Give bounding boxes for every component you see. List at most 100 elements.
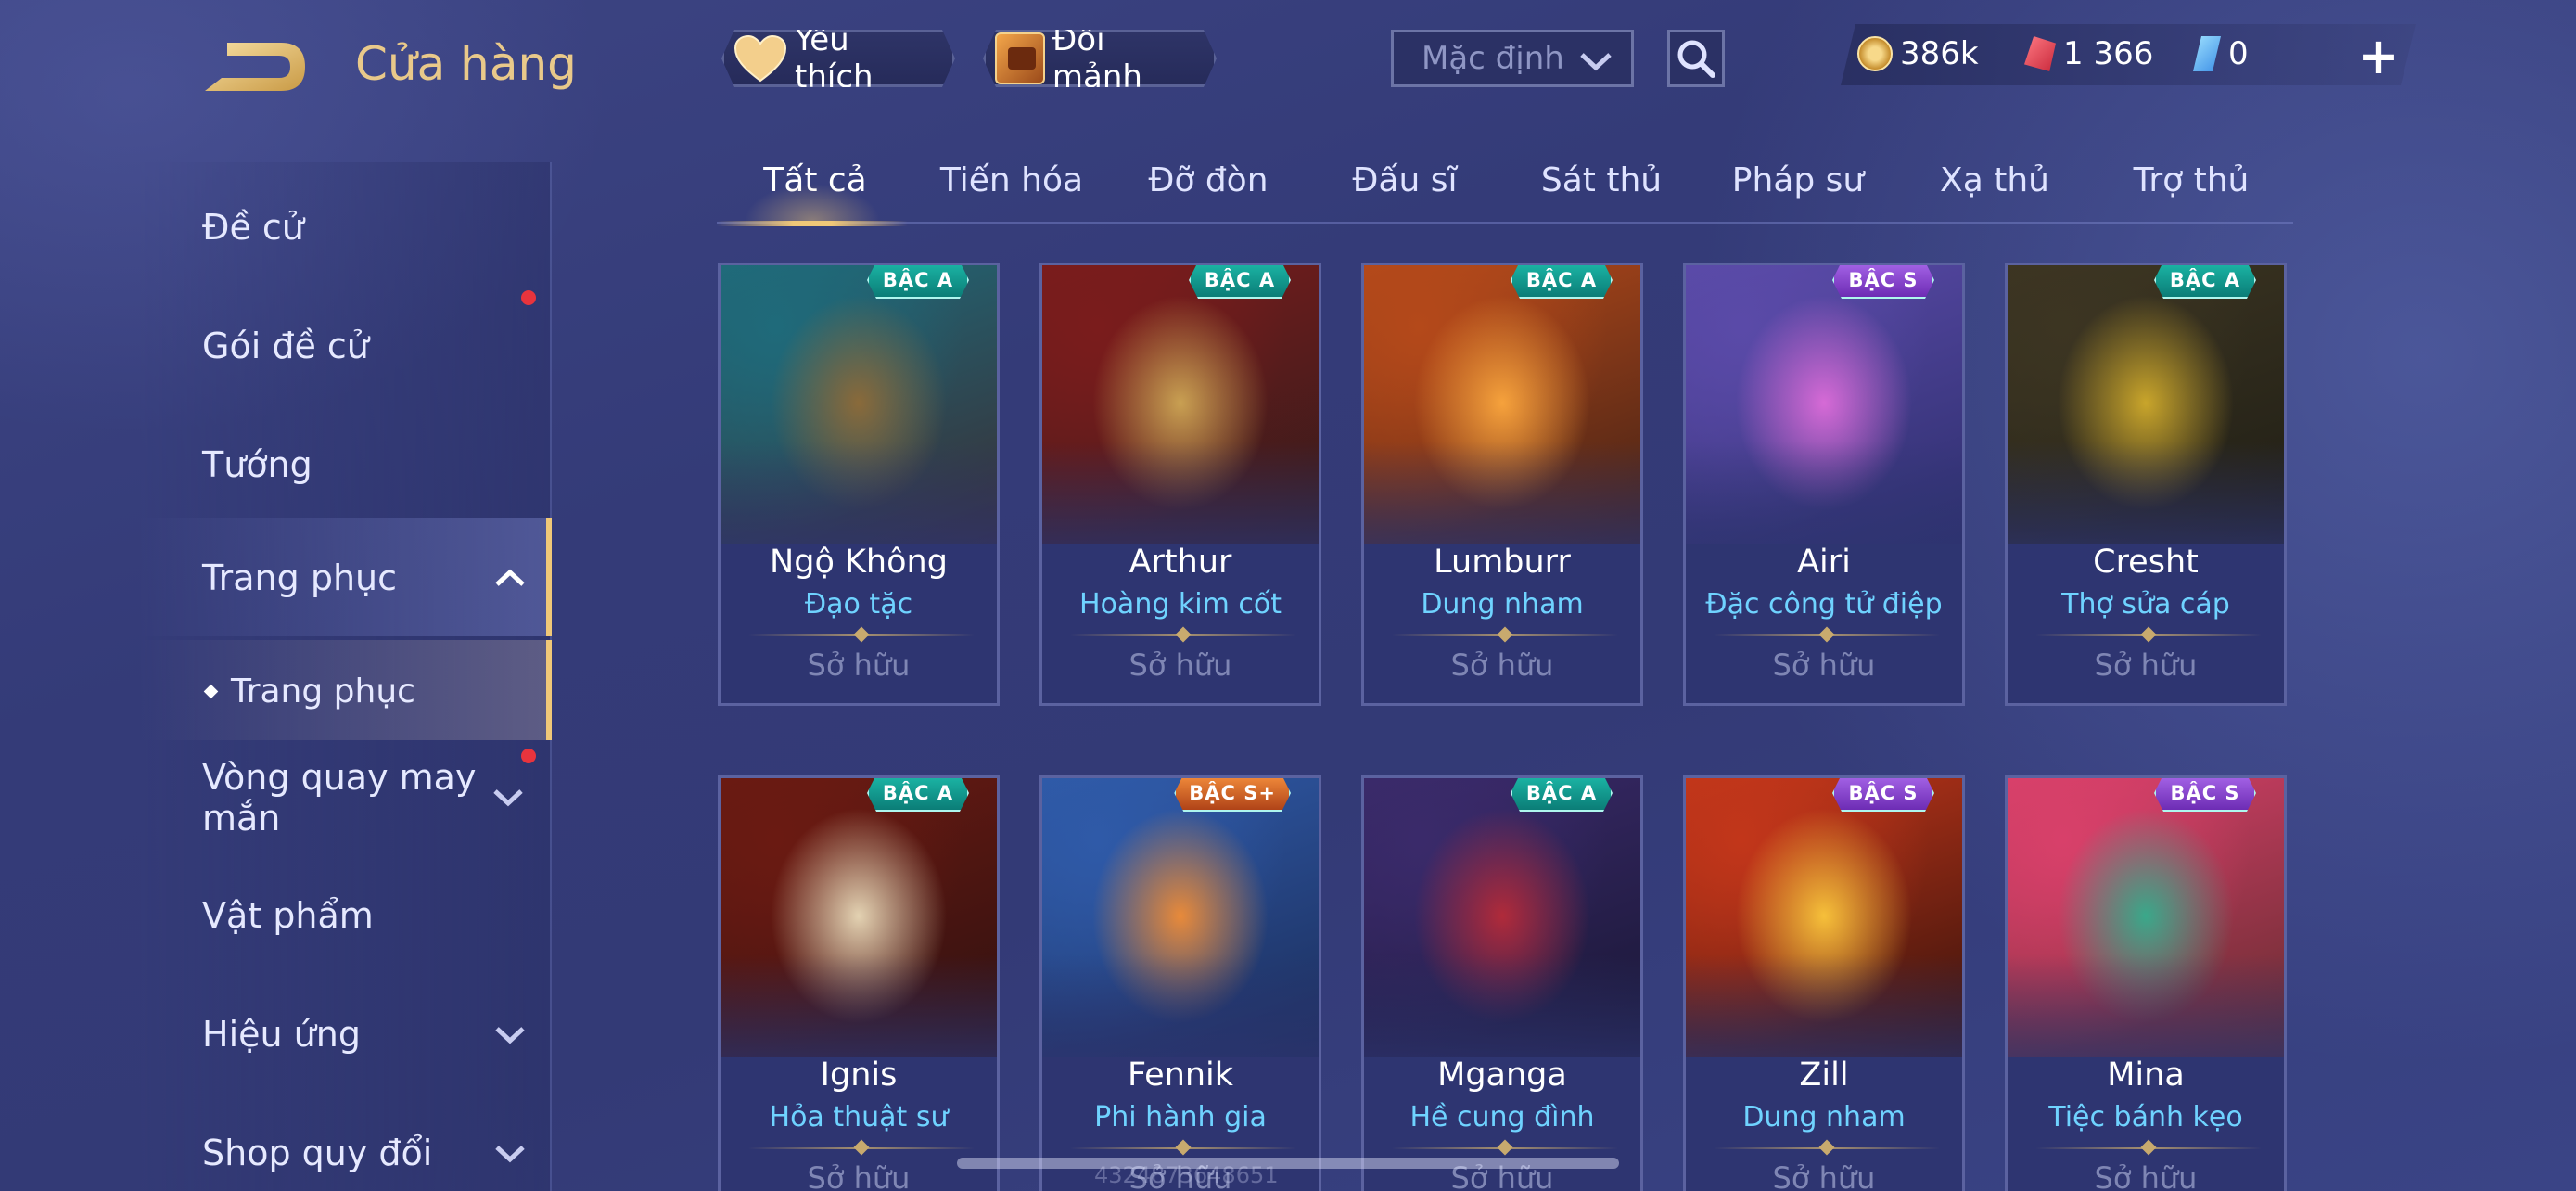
sidebar-item-recommended-packs[interactable]: Gói đề cử — [202, 318, 545, 374]
tab-label: Đỡ đòn — [1148, 161, 1269, 199]
role-filter-tabs: Tất cả Tiến hóa Đỡ đòn Đấu sĩ Sát thủ Ph… — [717, 148, 2293, 226]
sidebar-item-effects[interactable]: Hiệu ứng — [202, 1006, 545, 1062]
chevron-down-icon — [493, 789, 523, 807]
sidebar-item-label: Hiệu ứng — [202, 1014, 361, 1055]
tab-fighter[interactable]: Đấu sĩ — [1307, 161, 1503, 221]
ticket-icon — [2193, 36, 2221, 71]
sidebar-subitem-skins[interactable]: Trang phục — [203, 663, 549, 719]
currency-bar: 386k 1 366 0 — [1841, 24, 2416, 85]
gold-coin-icon — [1857, 36, 1893, 71]
hero-name: Arthur — [1129, 544, 1232, 581]
ownership-status: Sở hữu — [807, 1160, 911, 1191]
chevron-up-icon — [495, 569, 525, 586]
sidebar-item-label: Vòng quay may mắn — [202, 757, 477, 839]
tab-tank[interactable]: Đỡ đòn — [1110, 161, 1307, 221]
tab-mage[interactable]: Pháp sư — [1700, 161, 1896, 221]
tab-label: Pháp sư — [1731, 161, 1865, 199]
notification-dot — [521, 749, 536, 763]
ticket-amount: 0 — [2228, 35, 2249, 72]
ownership-status: Sở hữu — [1450, 647, 1554, 683]
tab-active-glow — [745, 184, 880, 221]
add-currency-button[interactable]: + — [2351, 27, 2406, 85]
sidebar-item-label: Đề cử — [202, 207, 304, 248]
skin-card[interactable]: BẬC A Arthur Hoàng kim cốt Sở hữu — [1039, 263, 1321, 706]
tab-assassin[interactable]: Sát thủ — [1503, 161, 1700, 221]
tier-badge: BẬC A — [1511, 775, 1613, 812]
hero-name: Airi — [1797, 544, 1851, 581]
search-button[interactable] — [1667, 30, 1725, 87]
sidebar: Đề cử Gói đề cử Tướng Trang phục Trang p… — [139, 162, 552, 1191]
tier-badge: BẬC S — [2154, 775, 2256, 812]
ticket-currency: 0 — [2193, 35, 2249, 72]
tab-all[interactable]: Tất cả — [717, 161, 913, 226]
skin-grid: BẬC A Ngộ Không Đạo tặc Sở hữu BẬC A Arthur Ho… — [718, 263, 2294, 1191]
skin-name: Hoàng kim cốt — [1079, 588, 1282, 621]
diamond-bullet-icon — [203, 684, 219, 698]
sidebar-item-lucky-spin[interactable]: Vòng quay may mắn — [202, 751, 480, 844]
ownership-status: Sở hữu — [1772, 647, 1876, 683]
tier-badge: BẬC A — [867, 775, 969, 812]
ownership-status: Sở hữu — [2094, 647, 2198, 683]
sidebar-item-recommended[interactable]: Đề cử — [202, 199, 545, 255]
hero-name: Cresht — [2093, 544, 2199, 581]
tab-marksman[interactable]: Xạ thủ — [1896, 161, 2093, 221]
sort-dropdown[interactable]: Mặc định — [1391, 30, 1634, 87]
skin-card[interactable]: BẬC S Mina Tiệc bánh kẹo Sở hữu — [2005, 775, 2287, 1191]
skin-card[interactable]: BẬC A Mganga Hề cung đình Sở hữu — [1361, 775, 1643, 1191]
voucher-amount: 1 366 — [2063, 35, 2154, 72]
tab-support[interactable]: Trợ thủ — [2093, 161, 2289, 221]
skin-card[interactable]: BẬC A Ignis Hỏa thuật sư Sở hữu — [718, 775, 1000, 1191]
sort-selected-value: Mặc định — [1422, 40, 1564, 77]
skin-card[interactable]: BẬC A Ngộ Không Đạo tặc Sở hữu — [718, 263, 1000, 706]
hero-name: Mganga — [1437, 1057, 1567, 1094]
sidebar-item-items[interactable]: Vật phẩm — [202, 888, 545, 943]
chevron-down-icon — [495, 1146, 525, 1163]
hero-name: Ignis — [820, 1057, 898, 1094]
tier-badge: BẬC S+ — [1174, 775, 1291, 812]
gold-currency: 386k — [1857, 35, 1979, 72]
tab-label: Đấu sĩ — [1352, 161, 1458, 199]
tab-label: Tiến hóa — [939, 161, 1084, 199]
sidebar-item-label: Tướng — [202, 444, 312, 485]
sidebar-item-heroes[interactable]: Tướng — [202, 437, 545, 493]
ownership-status: Sở hữu — [1772, 1160, 1876, 1191]
skin-name: Đạo tặc — [804, 588, 913, 621]
skin-name: Phi hành gia — [1094, 1101, 1267, 1133]
sidebar-item-exchange-shop[interactable]: Shop quy đổi — [202, 1125, 545, 1181]
tab-label: Trợ thủ — [2133, 161, 2250, 199]
sidebar-item-skins[interactable]: Trang phục — [202, 550, 545, 606]
hero-name: Lumburr — [1434, 544, 1571, 581]
voucher-gem-icon — [2024, 36, 2056, 71]
tier-badge: BẬC A — [1189, 263, 1291, 299]
home-indicator[interactable] — [957, 1158, 1619, 1169]
back-button[interactable] — [199, 35, 311, 100]
shard-exchange-button[interactable]: Đổi mảnh — [983, 30, 1217, 87]
chevron-down-icon — [495, 1027, 525, 1044]
chest-icon — [995, 32, 1045, 84]
favorites-button[interactable]: Yêu thích — [721, 30, 955, 87]
skin-name: Thợ sửa cáp — [2061, 588, 2230, 621]
skin-name: Hỏa thuật sư — [769, 1101, 949, 1133]
skin-name: Dung nham — [1742, 1101, 1906, 1133]
skin-card[interactable]: BẬC A Lumburr Dung nham Sở hữu — [1361, 263, 1643, 706]
skin-card[interactable]: BẬC A Cresht Thợ sửa cáp Sở hữu — [2005, 263, 2287, 706]
hero-name: Zill — [1799, 1057, 1849, 1094]
gold-amount: 386k — [1900, 35, 1979, 72]
hero-name: Fennik — [1127, 1057, 1234, 1094]
shard-exchange-label: Đổi mảnh — [1052, 21, 1142, 96]
chevron-down-icon — [1580, 53, 1612, 71]
hero-name: Mina — [2107, 1057, 2185, 1094]
ownership-status: Sở hữu — [807, 647, 911, 683]
skin-card[interactable]: BẬC S+ Fennik Phi hành gia Sở hữu — [1039, 775, 1321, 1191]
skin-name: Đặc công tử điệp — [1705, 588, 1943, 621]
back-arrow-icon — [205, 43, 305, 91]
skin-card[interactable]: BẬC S Zill Dung nham Sở hữu — [1683, 775, 1965, 1191]
hero-name: Ngộ Không — [770, 544, 948, 581]
search-icon — [1677, 40, 1715, 78]
tier-badge: BẬC S — [1832, 263, 1934, 299]
skin-card[interactable]: BẬC S Airi Đặc công tử điệp Sở hữu — [1683, 263, 1965, 706]
tier-badge: BẬC S — [1832, 775, 1934, 812]
favorites-label: Yêu thích — [795, 21, 874, 96]
heart-icon — [733, 34, 787, 83]
tab-evolution[interactable]: Tiến hóa — [913, 161, 1110, 221]
